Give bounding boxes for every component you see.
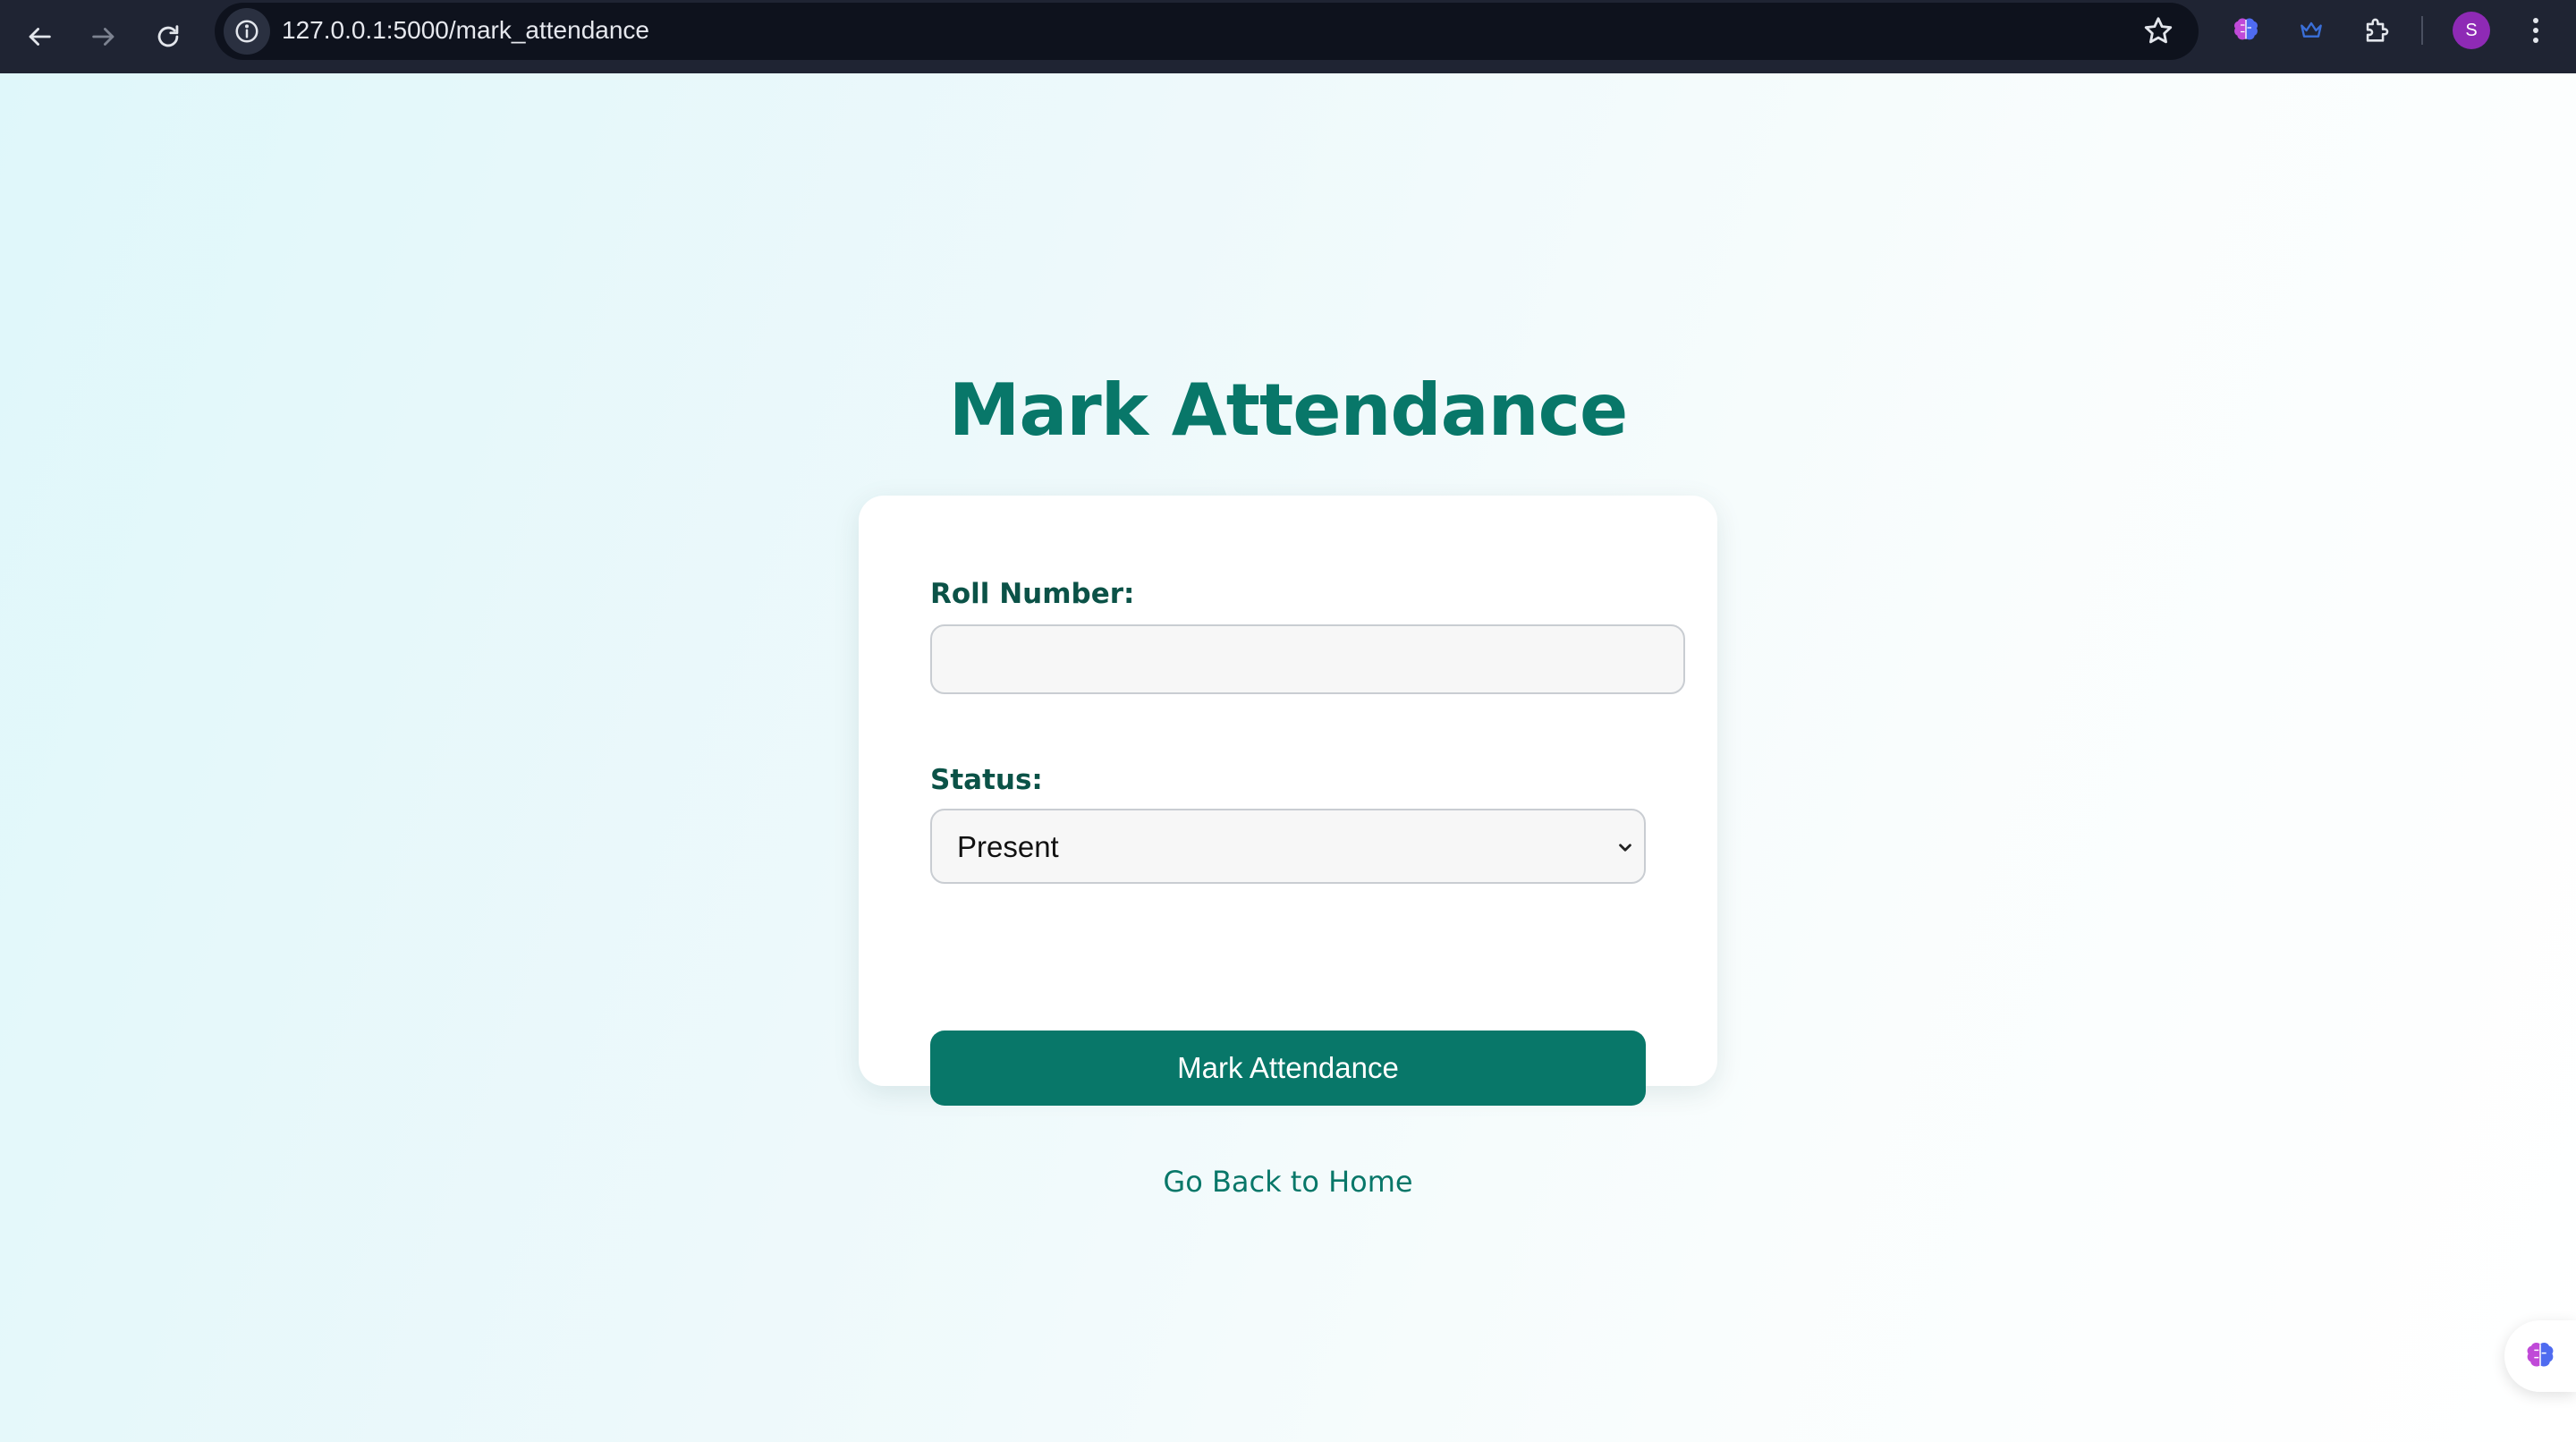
page-title: Mark Attendance — [948, 369, 1629, 452]
status-selected-value: Present — [957, 830, 1059, 863]
roll-number-label: Roll Number: — [930, 578, 1135, 610]
crown-icon — [2301, 21, 2322, 38]
brain-extension-button[interactable] — [2228, 13, 2264, 48]
status-label: Status: — [930, 764, 1043, 796]
chevron-down-icon — [1619, 844, 1631, 852]
status-select[interactable]: Present — [930, 809, 1646, 884]
browser-menu-button[interactable] — [2521, 13, 2551, 48]
roll-number-input[interactable] — [930, 624, 1685, 694]
attendance-form-card: Roll Number: Status: Present Mark Attend… — [859, 496, 1717, 1106]
toolbar-separator — [2421, 16, 2423, 45]
floating-assistant-button[interactable] — [2504, 1320, 2576, 1392]
arrow-left-icon — [29, 28, 51, 46]
back-button[interactable] — [14, 12, 64, 62]
reload-button[interactable] — [143, 12, 193, 62]
profile-avatar[interactable]: S — [2453, 12, 2490, 49]
reload-icon — [157, 25, 179, 47]
browser-toolbar: 127.0.0.1:5000/mark_attendance S — [0, 0, 2576, 73]
address-bar[interactable]: 127.0.0.1:5000/mark_attendance — [215, 3, 2199, 60]
kebab-menu-icon — [2533, 18, 2538, 43]
page-viewport: Mark Attendance Roll Number: Status: Pre… — [0, 73, 2576, 1442]
go-back-home-link[interactable]: Go Back to Home — [0, 1165, 2576, 1199]
arrow-right-icon — [92, 28, 114, 46]
puzzle-icon — [2366, 18, 2389, 42]
url-text[interactable]: 127.0.0.1:5000/mark_attendance — [282, 16, 649, 45]
forward-button[interactable] — [79, 12, 129, 62]
crown-extension-button[interactable] — [2293, 13, 2329, 48]
brain-icon — [2527, 1342, 2554, 1367]
site-info-button[interactable] — [224, 8, 270, 55]
info-icon — [235, 20, 258, 43]
extensions-button[interactable] — [2359, 13, 2394, 48]
mark-attendance-button[interactable]: Mark Attendance — [930, 1031, 1646, 1106]
brain-icon — [2234, 18, 2258, 40]
star-icon[interactable] — [2141, 14, 2175, 48]
